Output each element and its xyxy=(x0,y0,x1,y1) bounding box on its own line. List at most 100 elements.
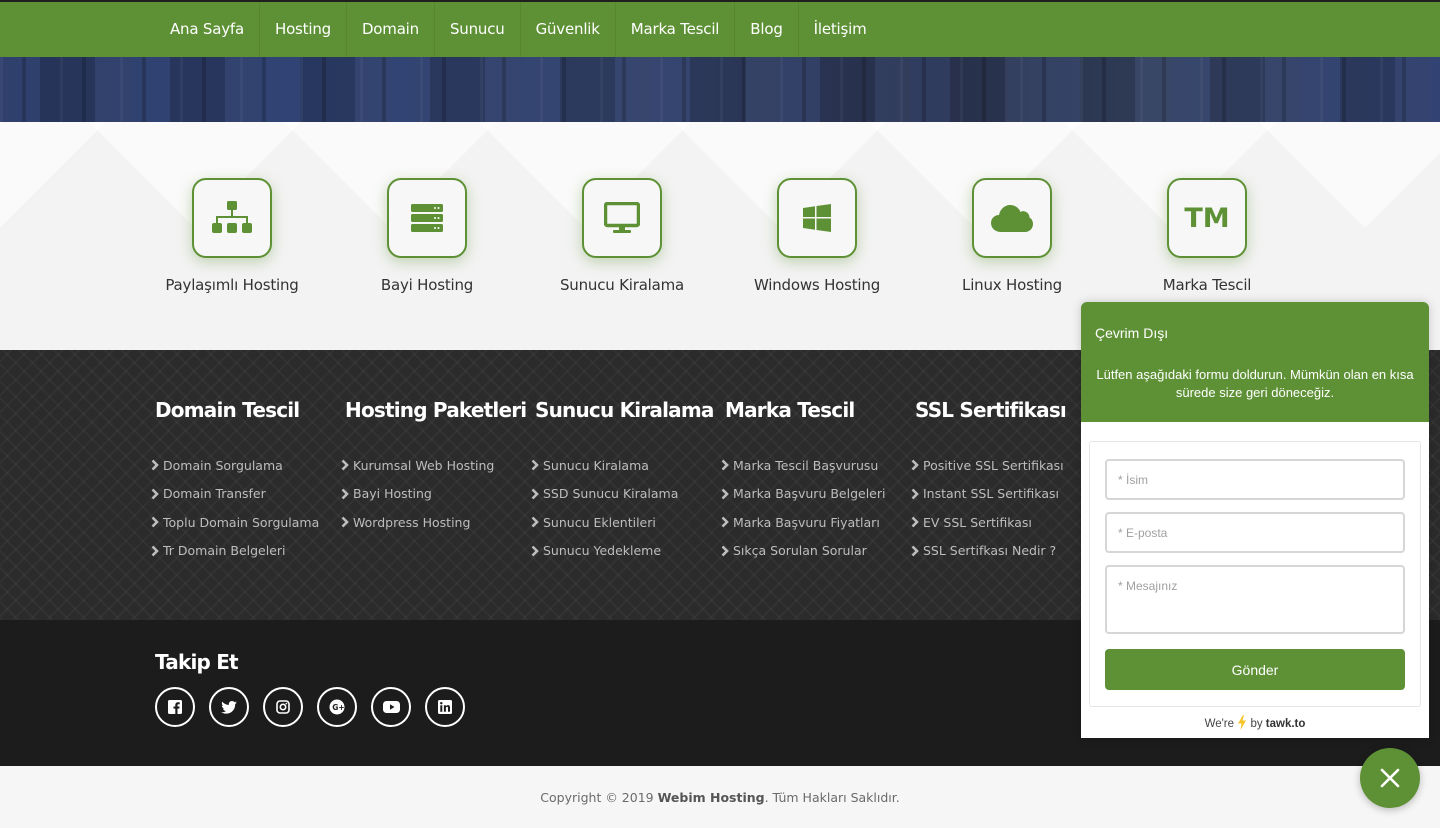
footer-link-list: Positive SSL Sertifikası Instant SSL Sert… xyxy=(910,451,1095,565)
chat-name-input[interactable] xyxy=(1105,459,1405,500)
service-windows-hosting[interactable]: Windows Hosting xyxy=(732,178,902,294)
footer-link[interactable]: Instant SSL Sertifikası xyxy=(910,480,1095,509)
chat-header: Çevrim Dışı Lütfen aşağıdaki formu doldu… xyxy=(1081,302,1429,422)
chevron-right-icon xyxy=(531,545,539,557)
chat-widget: Çevrim Dışı Lütfen aşağıdaki formu doldu… xyxy=(1081,302,1429,738)
footer-link-label: Marka Başvuru Fiyatları xyxy=(733,514,880,530)
footer-link-label: Domain Transfer xyxy=(163,486,266,502)
chevron-right-icon xyxy=(341,459,349,471)
footer-link[interactable]: Sunucu Yedekleme xyxy=(530,537,715,566)
chevron-right-icon xyxy=(911,545,919,557)
svg-text:G+: G+ xyxy=(332,703,344,712)
nav-menu: Ana Sayfa Hosting Domain Sunucu Güvenlik… xyxy=(155,2,882,57)
desktop-icon xyxy=(604,202,640,233)
brand-name: tawk.to xyxy=(1265,718,1306,730)
footer-link-list: Marka Tescil Başvurusu Marka Başvuru Belg… xyxy=(720,451,905,565)
main-navbar: Ana Sayfa Hosting Domain Sunucu Güvenlik… xyxy=(0,2,1440,57)
footer-link-label: Domain Sorgulama xyxy=(163,457,283,473)
nav-item-guvenlik[interactable]: Güvenlik xyxy=(521,2,616,57)
footer-link[interactable]: EV SSL Sertifikası xyxy=(910,508,1095,537)
facebook-button[interactable] xyxy=(155,687,195,727)
footer-link[interactable]: Tr Domain Belgeleri xyxy=(150,537,335,566)
lightning-icon xyxy=(1238,715,1247,730)
footer-link[interactable]: Toplu Domain Sorgulama xyxy=(150,508,335,537)
youtube-button[interactable] xyxy=(371,687,411,727)
footer-link-label: Positive SSL Sertifikası xyxy=(923,457,1064,473)
service-label: Paylaşımlı Hosting xyxy=(165,276,299,294)
footer-link-label: Bayi Hosting xyxy=(353,486,432,502)
footer-column-title: SSL Sertifikası xyxy=(915,398,1067,422)
footer-link-list: Sunucu Kiralama SSD Sunucu Kiralama Sunucu… xyxy=(530,451,715,565)
footer-column-title: Domain Tescil xyxy=(155,398,300,422)
service-icon-box xyxy=(972,178,1052,258)
service-marka-tescil[interactable]: TM Marka Tescil xyxy=(1122,178,1292,294)
social-list: G+ xyxy=(155,687,465,727)
linkedin-icon xyxy=(438,700,452,714)
footer-link[interactable]: Sunucu Eklentileri xyxy=(530,508,715,537)
youtube-icon xyxy=(382,701,400,713)
chevron-right-icon xyxy=(721,516,729,528)
footer-link-label: Sunucu Yedekleme xyxy=(543,543,662,559)
footer-link[interactable]: Marka Başvuru Fiyatları xyxy=(720,508,905,537)
service-linux-hosting[interactable]: Linux Hosting xyxy=(927,178,1097,294)
nav-item-hosting[interactable]: Hosting xyxy=(260,2,347,57)
linkedin-button[interactable] xyxy=(425,687,465,727)
chevron-right-icon xyxy=(341,488,349,500)
service-label: Windows Hosting xyxy=(753,276,881,294)
instagram-button[interactable] xyxy=(263,687,303,727)
footer-link[interactable]: Sıkça Sorulan Sorular xyxy=(720,537,905,566)
footer-link-label: Instant SSL Sertifikası xyxy=(923,486,1059,502)
footer-link-label: Marka Tescil Başvurusu xyxy=(733,457,879,473)
nav-item-sunucu[interactable]: Sunucu xyxy=(435,2,521,57)
nav-item-marka-tescil[interactable]: Marka Tescil xyxy=(616,2,736,57)
footer-link[interactable]: Sunucu Kiralama xyxy=(530,451,715,480)
windows-icon xyxy=(803,204,831,232)
service-bayi-hosting[interactable]: Bayi Hosting xyxy=(342,178,512,294)
chevron-right-icon xyxy=(151,488,159,500)
service-label: Marka Tescil xyxy=(1162,276,1252,294)
footer-link[interactable]: Domain Transfer xyxy=(150,480,335,509)
chevron-right-icon xyxy=(531,488,539,500)
footer-link[interactable]: Bayi Hosting xyxy=(340,480,525,509)
service-paylasimli-hosting[interactable]: Paylaşımlı Hosting xyxy=(147,178,317,294)
twitter-button[interactable] xyxy=(209,687,249,727)
footer-link-label: Sunucu Eklentileri xyxy=(543,514,656,530)
footer-link[interactable]: SSL Sertifkası Nedir ? xyxy=(910,537,1095,566)
chat-message-input[interactable] xyxy=(1105,565,1405,634)
footer-link-label: SSD Sunucu Kiralama xyxy=(543,486,679,502)
copyright-suffix: . Tüm Hakları Saklıdır. xyxy=(764,790,900,805)
chevron-right-icon xyxy=(911,488,919,500)
footer-link[interactable]: Marka Başvuru Belgeleri xyxy=(720,480,905,509)
service-icon-box xyxy=(582,178,662,258)
chevron-right-icon xyxy=(911,459,919,471)
service-sunucu-kiralama[interactable]: Sunucu Kiralama xyxy=(537,178,707,294)
footer-link[interactable]: Domain Sorgulama xyxy=(150,451,335,480)
chat-status: Çevrim Dışı xyxy=(1095,325,1169,341)
footer-link[interactable]: Positive SSL Sertifikası xyxy=(910,451,1095,480)
nav-item-ana-sayfa[interactable]: Ana Sayfa xyxy=(155,2,260,57)
footer-link[interactable]: Kurumsal Web Hosting xyxy=(340,451,525,480)
copyright-prefix: Copyright © 2019 xyxy=(540,790,658,805)
footer-link[interactable]: Marka Tescil Başvurusu xyxy=(720,451,905,480)
nav-item-iletisim[interactable]: İletişim xyxy=(799,2,882,57)
footer-link[interactable]: SSD Sunucu Kiralama xyxy=(530,480,715,509)
nav-item-domain[interactable]: Domain xyxy=(347,2,435,57)
footer-link-label: EV SSL Sertifikası xyxy=(923,514,1032,530)
chat-email-input[interactable] xyxy=(1105,512,1405,553)
chat-submit-button[interactable]: Gönder xyxy=(1105,649,1405,690)
brand-prefix: We're xyxy=(1204,718,1235,730)
footer-link-label: Tr Domain Belgeleri xyxy=(163,543,286,559)
chat-offline-form: Gönder xyxy=(1089,441,1421,707)
chevron-right-icon xyxy=(721,459,729,471)
tawk-branding[interactable]: We're by tawk.to xyxy=(1081,715,1429,730)
footer-link[interactable]: Wordpress Hosting xyxy=(340,508,525,537)
google-plus-button[interactable]: G+ xyxy=(317,687,357,727)
cloud-icon xyxy=(991,205,1033,232)
chevron-right-icon xyxy=(151,516,159,528)
footer-link-label: Kurumsal Web Hosting xyxy=(353,457,495,473)
footer-column: SSL Sertifikası Positive SSL Sertifikası I… xyxy=(910,398,1095,565)
footer-link-label: Sıkça Sorulan Sorular xyxy=(733,543,867,559)
service-icon-box: TM xyxy=(1167,178,1247,258)
chat-close-button[interactable] xyxy=(1360,748,1420,808)
nav-item-blog[interactable]: Blog xyxy=(735,2,799,57)
